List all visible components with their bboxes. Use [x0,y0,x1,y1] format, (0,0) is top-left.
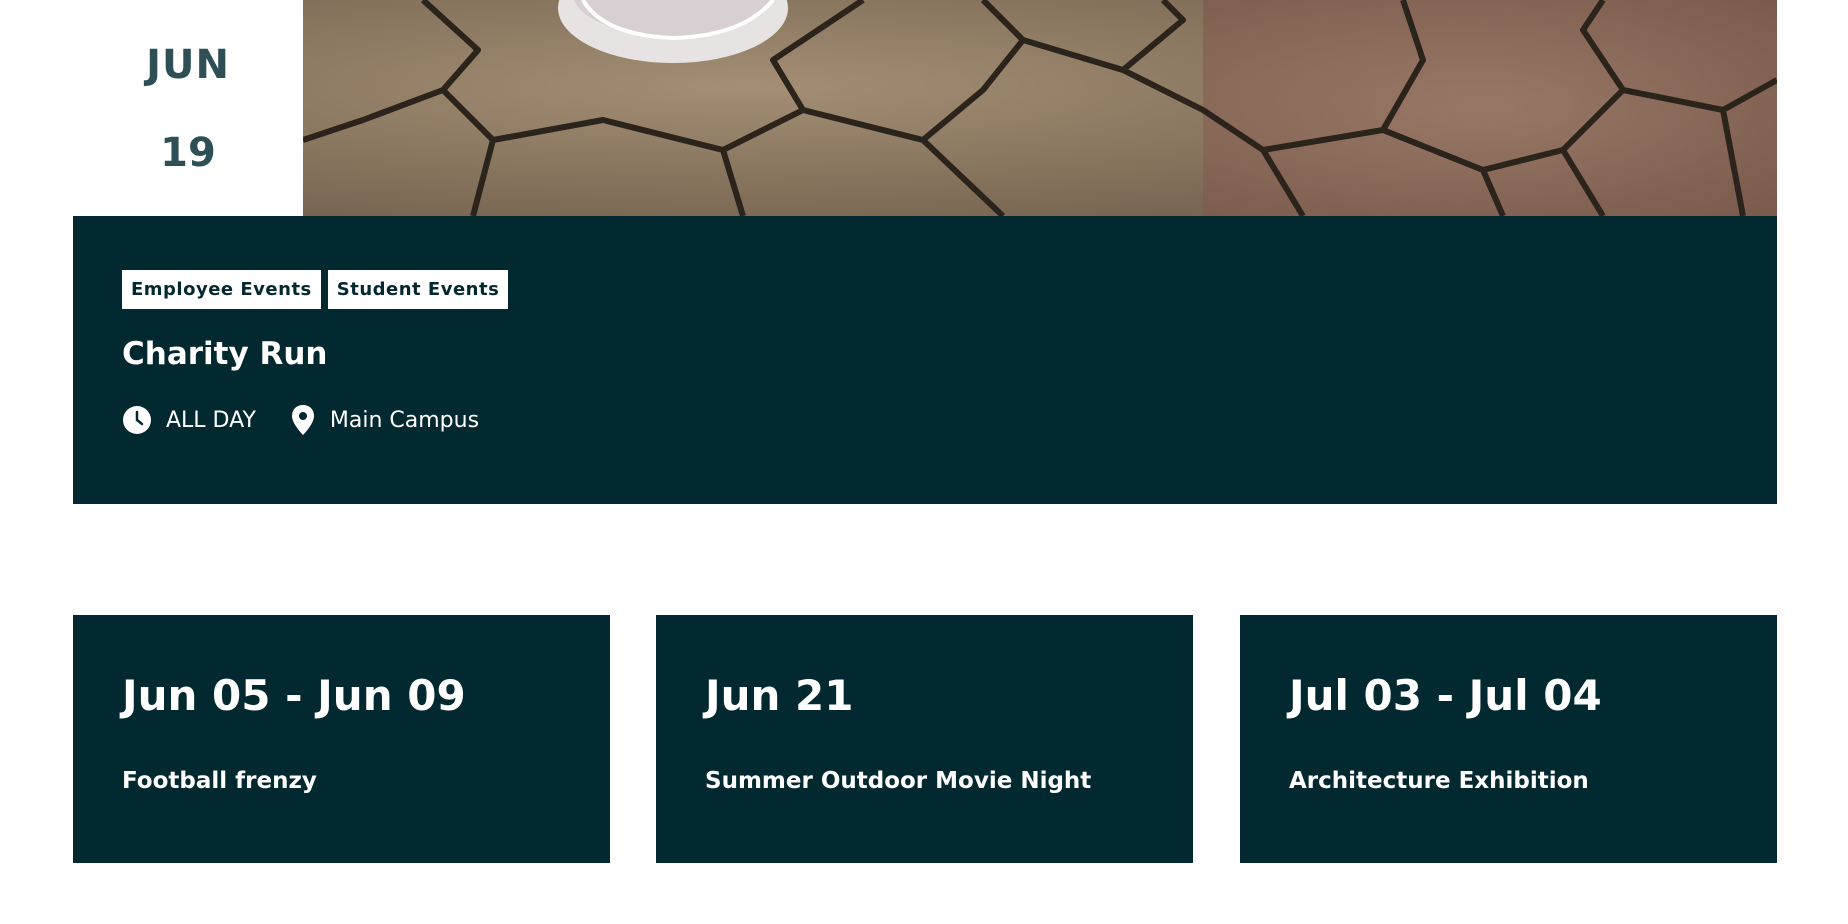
event-time: ALL DAY [122,405,256,435]
paving-photo [303,0,1777,216]
event-card-date: Jun 21 [705,671,854,720]
event-tags: Employee Events Student Events [122,270,509,309]
featured-event-panel[interactable]: Employee Events Student Events Charity R… [73,216,1777,504]
featured-event-date: JUN 19 [73,0,303,216]
event-location: Main Campus [290,404,479,436]
map-pin-icon [291,405,314,435]
event-card[interactable]: Jun 21 Summer Outdoor Movie Night [656,615,1193,863]
event-location-label: Main Campus [329,407,480,433]
event-meta: ALL DAY Main Campus [122,404,513,436]
tag-employee-events[interactable]: Employee Events [122,270,321,309]
tag-student-events[interactable]: Student Events [327,270,509,309]
event-card-title[interactable]: Architecture Exhibition [1289,768,1589,794]
event-month: JUN [146,42,230,88]
event-hero-image[interactable] [303,0,1777,216]
event-card-date: Jun 05 - Jun 09 [122,671,466,720]
event-card[interactable]: Jul 03 - Jul 04 Architecture Exhibition [1240,615,1777,863]
clock-icon [123,406,151,434]
event-card-date: Jul 03 - Jul 04 [1289,671,1602,720]
event-card[interactable]: Jun 05 - Jun 09 Football frenzy [73,615,610,863]
event-day: 19 [160,130,216,176]
event-card-title[interactable]: Football frenzy [122,768,317,794]
event-card-title[interactable]: Summer Outdoor Movie Night [705,768,1091,794]
event-time-label: ALL DAY [166,407,256,433]
featured-event-title[interactable]: Charity Run [122,336,327,372]
